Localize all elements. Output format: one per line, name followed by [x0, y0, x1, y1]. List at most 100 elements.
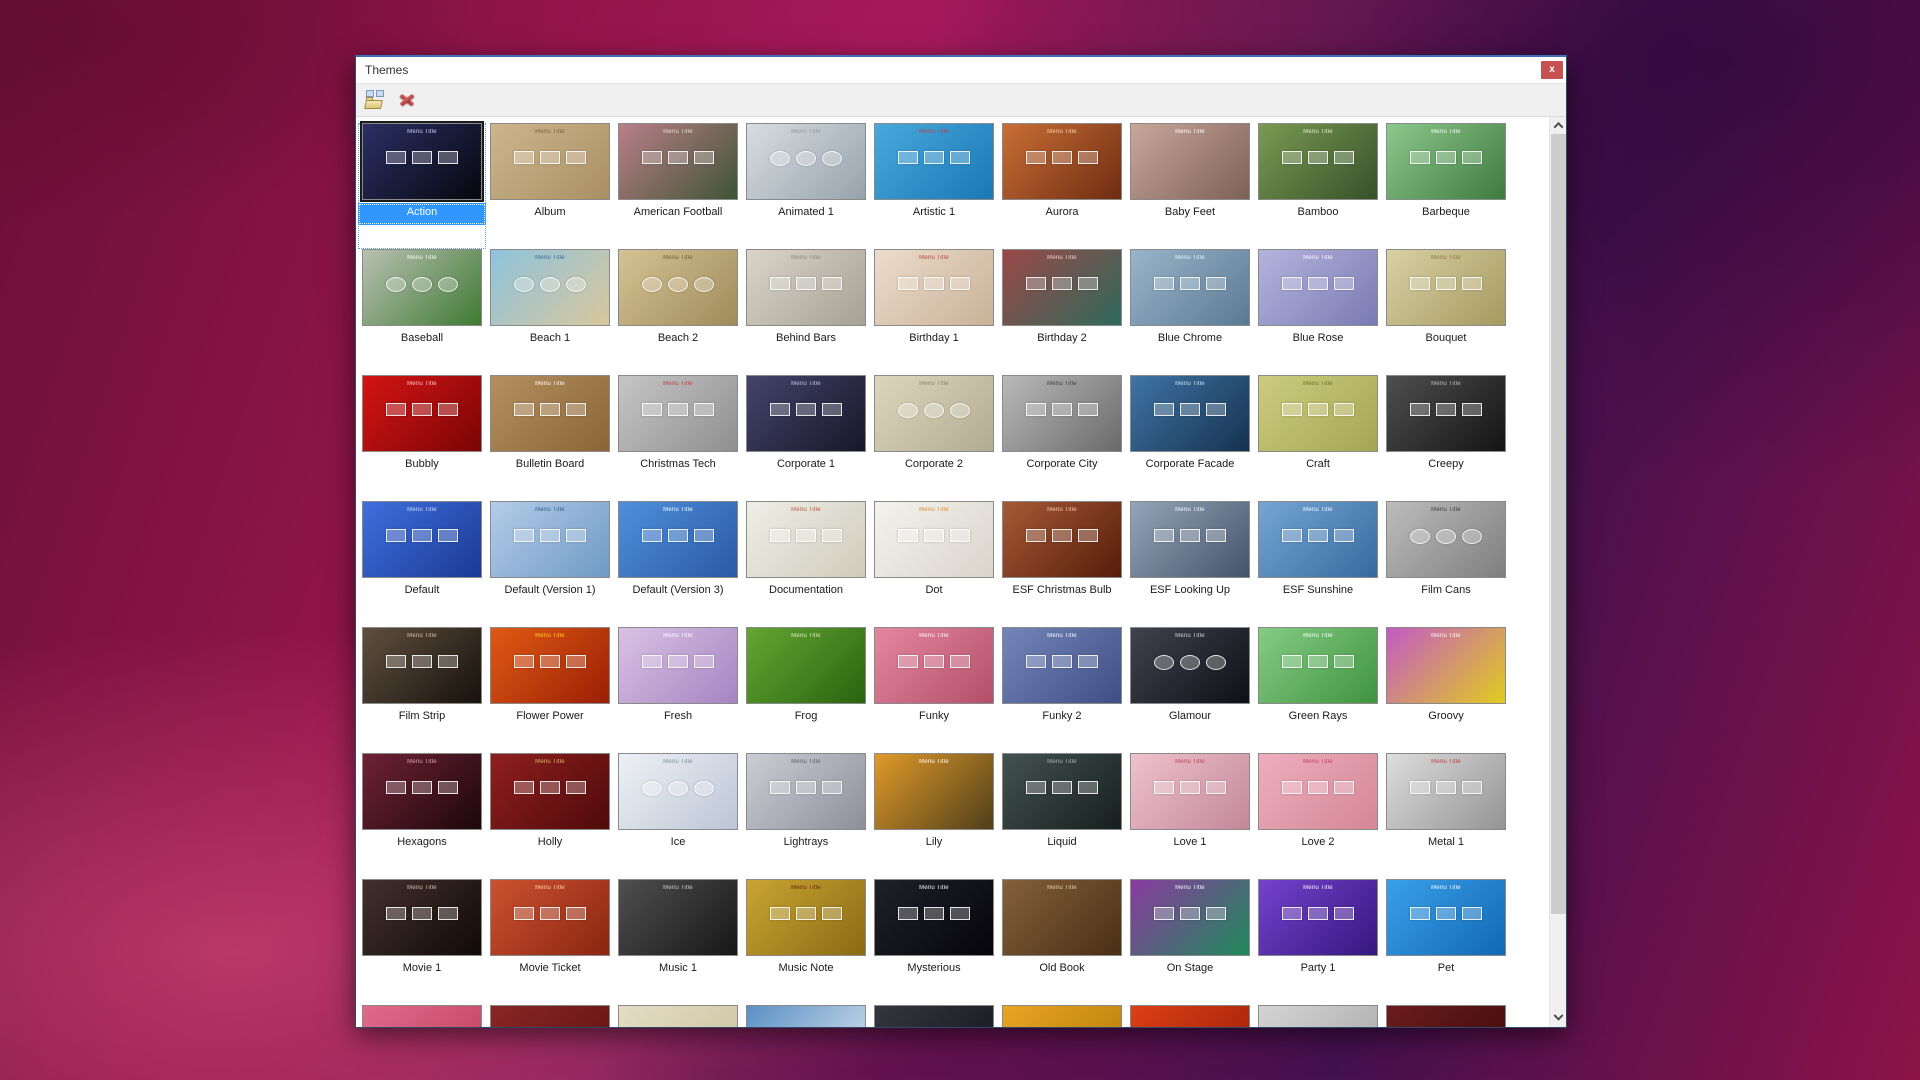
theme-item-metal-1[interactable]: Menu TitleMetal 1 [1382, 753, 1510, 879]
theme-item-hexagons[interactable]: Menu TitleHexagons [358, 753, 486, 879]
theme-item-partial[interactable] [870, 1005, 998, 1027]
theme-item-glamour[interactable]: Menu TitleGlamour [1126, 627, 1254, 753]
theme-item-fresh[interactable]: Menu TitleFresh [614, 627, 742, 753]
theme-item-default-version-3[interactable]: Menu TitleDefault (Version 3) [614, 501, 742, 627]
theme-item-funky-2[interactable]: Menu TitleFunky 2 [998, 627, 1126, 753]
theme-item-bouquet[interactable]: Menu TitleBouquet [1382, 249, 1510, 375]
theme-item-frog[interactable]: Menu TitleFrog [742, 627, 870, 753]
theme-item-barbeque[interactable]: Menu TitleBarbeque [1382, 123, 1510, 249]
theme-item-liquid[interactable]: Menu TitleLiquid [998, 753, 1126, 879]
theme-item-ice[interactable]: Menu TitleIce [614, 753, 742, 879]
apply-theme-button[interactable] [364, 88, 388, 112]
theme-item-artistic-1[interactable]: Menu TitleArtistic 1 [870, 123, 998, 249]
thumb-frame [1206, 277, 1226, 290]
theme-item-lily[interactable]: Menu TitleLily [870, 753, 998, 879]
theme-thumbnail: Menu Title [746, 501, 866, 578]
theme-label: Bamboo [1254, 203, 1382, 225]
thumb-frame [438, 403, 458, 416]
theme-item-beach-2[interactable]: Menu TitleBeach 2 [614, 249, 742, 375]
theme-item-party-1[interactable]: Menu TitleParty 1 [1254, 879, 1382, 1005]
theme-item-documentation[interactable]: Menu TitleDocumentation [742, 501, 870, 627]
theme-item-film-strip[interactable]: Menu TitleFilm Strip [358, 627, 486, 753]
theme-item-bubbly[interactable]: Menu TitleBubbly [358, 375, 486, 501]
theme-item-christmas-tech[interactable]: Menu TitleChristmas Tech [614, 375, 742, 501]
theme-item-partial[interactable] [998, 1005, 1126, 1027]
scrollbar-thumb[interactable] [1551, 134, 1566, 914]
theme-item-behind-bars[interactable]: Menu TitleBehind Bars [742, 249, 870, 375]
scroll-down-button[interactable] [1550, 1010, 1566, 1027]
theme-thumbnail: Menu Title [746, 753, 866, 830]
theme-item-bulletin-board[interactable]: Menu TitleBulletin Board [486, 375, 614, 501]
theme-item-birthday-1[interactable]: Menu TitleBirthday 1 [870, 249, 998, 375]
delete-theme-button[interactable] [396, 88, 420, 112]
theme-item-partial[interactable] [1126, 1005, 1254, 1027]
theme-item-flower-power[interactable]: Menu TitleFlower Power [486, 627, 614, 753]
theme-item-default[interactable]: Menu TitleDefault [358, 501, 486, 627]
theme-item-blue-rose[interactable]: Menu TitleBlue Rose [1254, 249, 1382, 375]
theme-item-film-cans[interactable]: Menu TitleFilm Cans [1382, 501, 1510, 627]
theme-item-craft[interactable]: Menu TitleCraft [1254, 375, 1382, 501]
theme-item-movie-1[interactable]: Menu TitleMovie 1 [358, 879, 486, 1005]
scroll-up-button[interactable] [1550, 117, 1566, 134]
theme-item-funky[interactable]: Menu TitleFunky [870, 627, 998, 753]
theme-item-esf-looking-up[interactable]: Menu TitleESF Looking Up [1126, 501, 1254, 627]
theme-item-album[interactable]: Menu TitleAlbum [486, 123, 614, 249]
theme-item-animated-1[interactable]: Menu TitleAnimated 1 [742, 123, 870, 249]
thumb-frames [1259, 529, 1377, 542]
thumb-frame [1462, 529, 1482, 544]
titlebar[interactable]: Themes x [356, 57, 1566, 83]
thumb-frame [1154, 655, 1174, 670]
theme-item-on-stage[interactable]: Menu TitleOn Stage [1126, 879, 1254, 1005]
theme-item-beach-1[interactable]: Menu TitleBeach 1 [486, 249, 614, 375]
theme-item-love-1[interactable]: Menu TitleLove 1 [1126, 753, 1254, 879]
theme-item-mysterious[interactable]: Menu TitleMysterious [870, 879, 998, 1005]
theme-item-partial[interactable] [742, 1005, 870, 1027]
theme-item-aurora[interactable]: Menu TitleAurora [998, 123, 1126, 249]
theme-item-movie-ticket[interactable]: Menu TitleMovie Ticket [486, 879, 614, 1005]
theme-item-baseball[interactable]: Menu TitleBaseball [358, 249, 486, 375]
thumb-menu-title: Menu Title [1003, 885, 1121, 891]
theme-item-esf-sunshine[interactable]: Menu TitleESF Sunshine [1254, 501, 1382, 627]
thumb-frames [619, 655, 737, 668]
theme-item-partial[interactable] [486, 1005, 614, 1027]
theme-item-default-version-1[interactable]: Menu TitleDefault (Version 1) [486, 501, 614, 627]
theme-item-groovy[interactable]: Menu TitleGroovy [1382, 627, 1510, 753]
theme-item-love-2[interactable]: Menu TitleLove 2 [1254, 753, 1382, 879]
theme-item-pet[interactable]: Menu TitlePet [1382, 879, 1510, 1005]
thumb-frame [924, 403, 944, 418]
theme-label: Old Book [998, 959, 1126, 981]
theme-item-partial[interactable] [1382, 1005, 1510, 1027]
theme-item-holly[interactable]: Menu TitleHolly [486, 753, 614, 879]
theme-item-corporate-facade[interactable]: Menu TitleCorporate Facade [1126, 375, 1254, 501]
theme-item-dot[interactable]: Menu TitleDot [870, 501, 998, 627]
theme-item-action[interactable]: Menu TitleAction [358, 123, 486, 249]
theme-item-partial[interactable] [614, 1005, 742, 1027]
theme-item-green-rays[interactable]: Menu TitleGreen Rays [1254, 627, 1382, 753]
theme-item-bamboo[interactable]: Menu TitleBamboo [1254, 123, 1382, 249]
theme-item-music-1[interactable]: Menu TitleMusic 1 [614, 879, 742, 1005]
theme-item-corporate-2[interactable]: Menu TitleCorporate 2 [870, 375, 998, 501]
theme-thumbnail: Menu Title [746, 123, 866, 200]
theme-item-baby-feet[interactable]: Menu TitleBaby Feet [1126, 123, 1254, 249]
theme-grid-area: Menu TitleActionMenu TitleAlbumMenu Titl… [356, 117, 1549, 1027]
theme-item-partial[interactable] [358, 1005, 486, 1027]
theme-label: Mysterious [870, 959, 998, 981]
theme-item-blue-chrome[interactable]: Menu TitleBlue Chrome [1126, 249, 1254, 375]
theme-item-corporate-1[interactable]: Menu TitleCorporate 1 [742, 375, 870, 501]
close-button[interactable]: x [1541, 61, 1563, 79]
window-title: Themes [365, 63, 408, 77]
thumb-frame [770, 907, 790, 920]
theme-item-lightrays[interactable]: Menu TitleLightrays [742, 753, 870, 879]
theme-item-creepy[interactable]: Menu TitleCreepy [1382, 375, 1510, 501]
theme-item-birthday-2[interactable]: Menu TitleBirthday 2 [998, 249, 1126, 375]
theme-label: ESF Christmas Bulb [998, 581, 1126, 603]
thumb-frames [491, 529, 609, 542]
vertical-scrollbar[interactable] [1549, 117, 1566, 1027]
theme-item-corporate-city[interactable]: Menu TitleCorporate City [998, 375, 1126, 501]
theme-item-esf-christmas-bulb[interactable]: Menu TitleESF Christmas Bulb [998, 501, 1126, 627]
theme-item-old-book[interactable]: Menu Title Old Book [998, 879, 1126, 1005]
theme-item-music-note[interactable]: Menu TitleMusic Note [742, 879, 870, 1005]
theme-item-american-football[interactable]: Menu TitleAmerican Football [614, 123, 742, 249]
thumb-frame [1334, 277, 1354, 290]
theme-item-partial[interactable] [1254, 1005, 1382, 1027]
